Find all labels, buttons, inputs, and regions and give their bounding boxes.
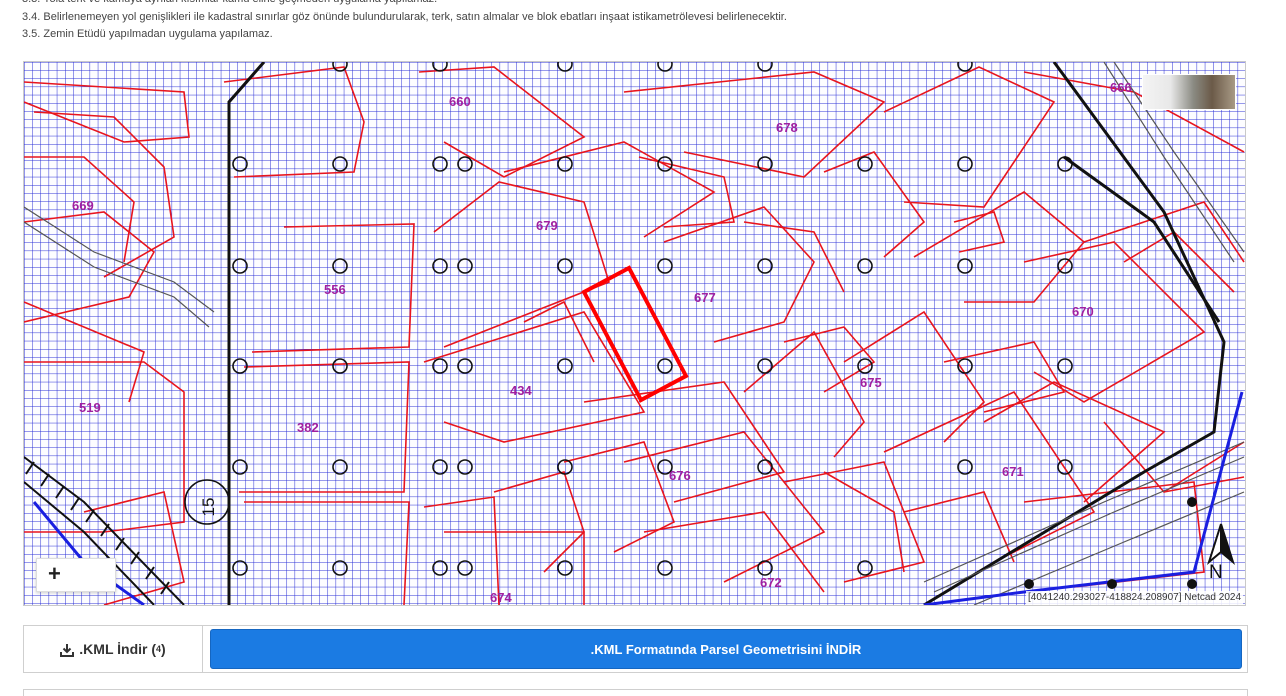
zoom-in-button[interactable]: + [48,562,61,586]
kml-download-button[interactable]: .KML Formatında Parsel Geometrisini İNDİ… [210,629,1242,669]
kml-download-label: .KML İndir (4) [24,626,203,672]
note-3-5: 3.5. Zemin Etüdü yapılmadan uygulama yap… [22,28,273,40]
block-label: 679 [536,218,558,233]
block-label: 674 [490,590,512,605]
block-label: 675 [860,375,882,390]
coordinate-readout: [4041240.293027-418824.208907] Netcad 20… [1026,591,1243,605]
north-arrow-icon [1207,523,1235,565]
basemap-switcher[interactable] [1142,74,1236,110]
block-label: 669 [72,198,94,213]
zoom-control[interactable]: + [36,558,116,592]
block-label: 672 [760,575,782,590]
north-label: N [1209,562,1223,583]
note-3-4: 3.4. Belirlenemeyen yol genişlikleri ile… [22,10,787,23]
kml-label-end: ) [161,641,166,657]
kml-download-bar: .KML İndir (4) .KML Formatında Parsel Ge… [23,625,1248,673]
kml-label-text: .KML İndir ( [79,641,157,657]
road-marker-label: 15 [199,498,218,517]
block-label: 556 [324,282,346,297]
block-label: 434 [510,383,532,398]
block-label: 677 [694,290,716,305]
block-label: 670 [1072,304,1094,319]
block-label: 660 [449,94,471,109]
block-label: 382 [297,420,319,435]
parcel-map[interactable]: 15 669 660 678 679 556 677 670 434 676 5… [23,61,1246,606]
block-label: 678 [776,120,798,135]
block-label: 671 [1002,464,1024,479]
note-3-3: 3.3. Yola terk ve kamuya ayrılan kısımla… [22,0,1262,9]
download-icon [60,644,75,657]
north-arrow: N [1199,522,1243,584]
plan-notes: 3.3. Yola terk ve kamuya ayrılan kısımla… [22,0,1262,44]
map-canvas[interactable]: 15 669 660 678 679 556 677 670 434 676 5… [24,62,1245,605]
block-label: 676 [669,468,691,483]
block-label: 666 [1110,80,1132,95]
block-label: 519 [79,400,101,415]
